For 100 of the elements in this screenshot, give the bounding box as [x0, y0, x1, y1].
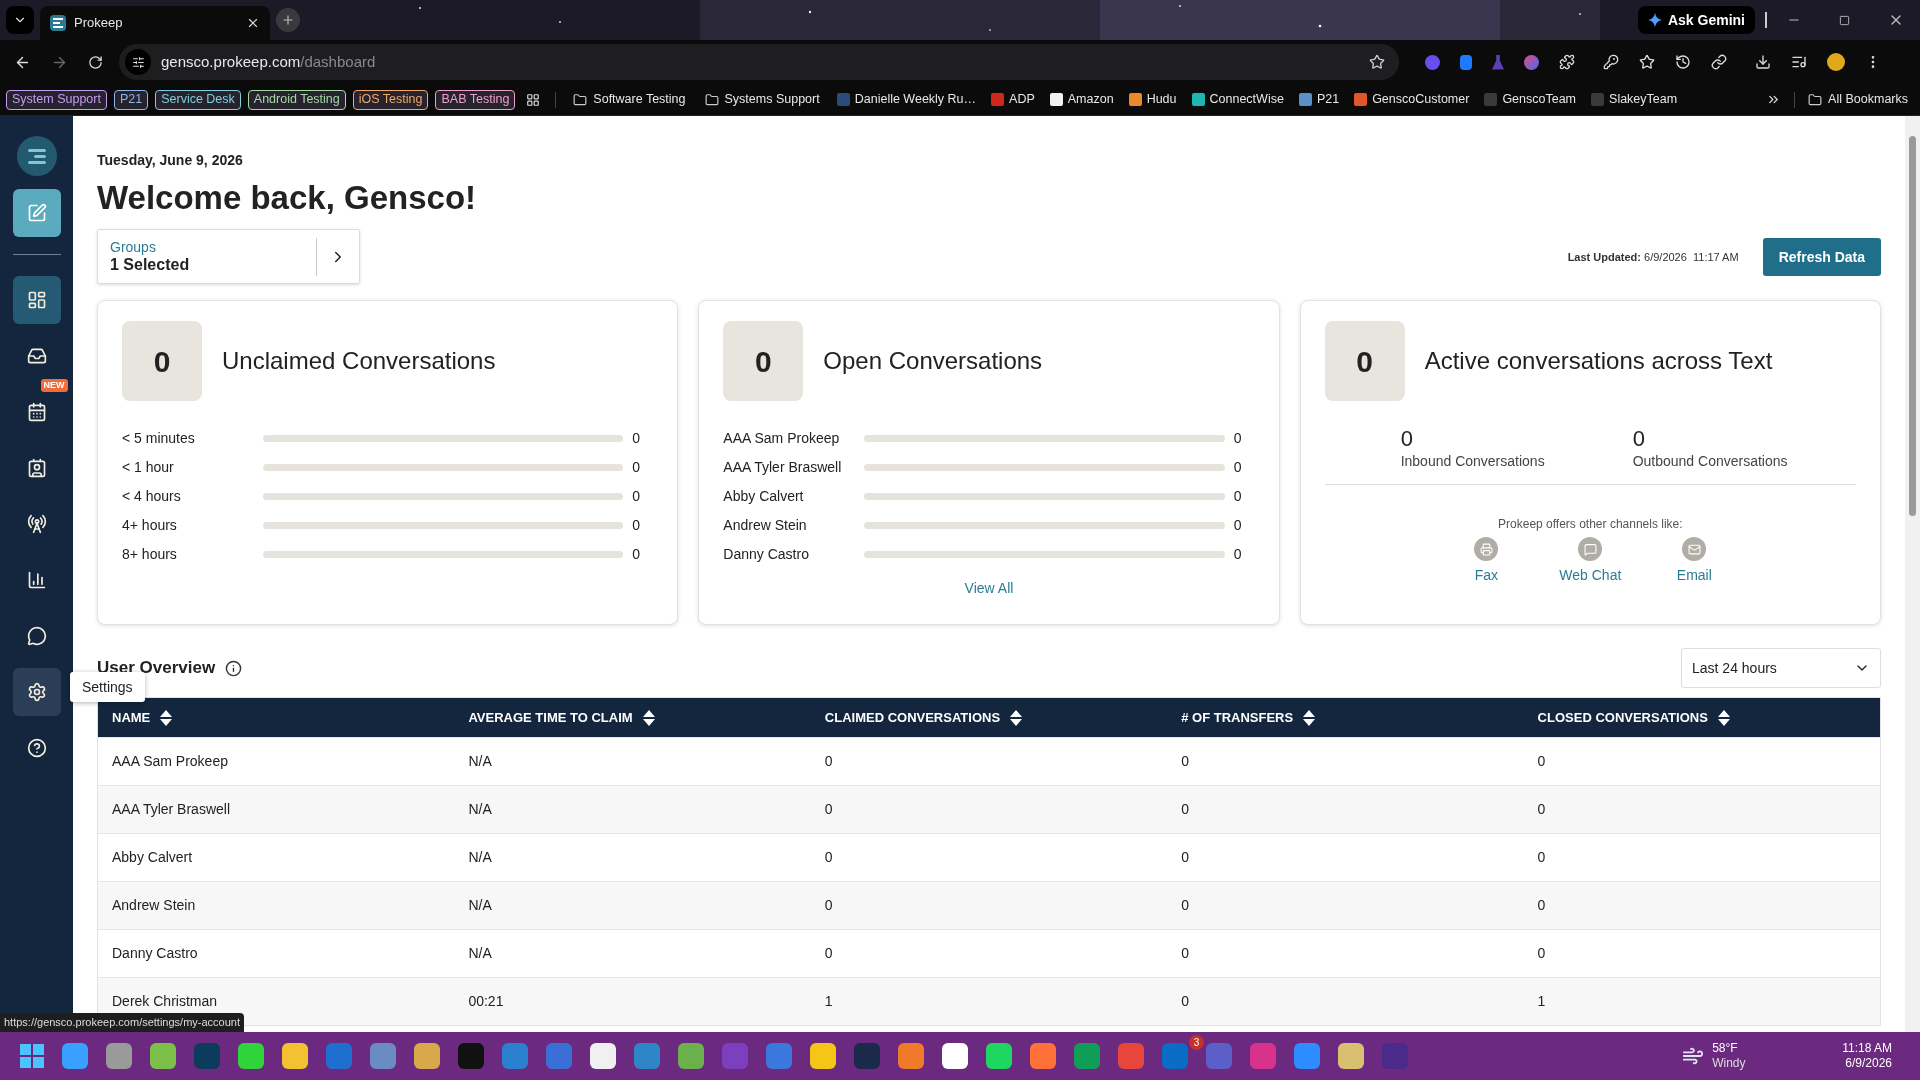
channel-link[interactable]: Fax [1446, 537, 1527, 586]
bookmark-link[interactable]: ConnectWise [1187, 90, 1288, 109]
extensions-icon[interactable] [1559, 54, 1575, 70]
sort-icon [642, 709, 655, 726]
channel-link[interactable]: Email [1654, 537, 1735, 586]
column-header[interactable]: NAME [112, 707, 151, 728]
extension-icon[interactable] [1425, 54, 1440, 70]
ask-gemini-button[interactable]: Ask Gemini [1637, 6, 1755, 34]
table-cell-text: Abby Calvert [112, 848, 193, 867]
row-count: 0 [1232, 457, 1243, 477]
table-cell-text: Derek Christman [112, 992, 218, 1011]
bookmark-link[interactable]: P21 [1294, 90, 1344, 109]
bookmark-link[interactable]: GenscoTeam [1480, 90, 1581, 109]
radio-tower-icon [26, 514, 47, 534]
close-icon[interactable] [246, 16, 260, 30]
clock-time: 11:18 AM [1842, 1041, 1892, 1056]
contact-card-icon [26, 458, 47, 478]
last-updated-text: Last Updated: 6/9/2026 11:17 AM [1567, 249, 1739, 265]
time-range-dropdown[interactable]: Last 24 hours [1681, 648, 1881, 688]
table-cell-text: Danny Castro [112, 944, 198, 963]
bookmark-tag[interactable]: Service Desk [155, 89, 241, 110]
app-icon[interactable] [150, 1043, 176, 1069]
count-tile: 0 [723, 321, 804, 401]
refresh-data-button[interactable]: Refresh Data [1762, 238, 1881, 276]
app-icon[interactable] [238, 1043, 264, 1069]
bookmark-tag[interactable]: P21 [113, 89, 149, 110]
nav-item[interactable] [12, 276, 61, 324]
table-cell-text: 0 [1537, 848, 1546, 867]
bookmark-link[interactable]: ADP [987, 90, 1039, 109]
app-icon[interactable] [942, 1043, 968, 1069]
column-header[interactable]: AVERAGE TIME TO CLAIM [468, 707, 633, 728]
table-cell-text: 0 [1181, 992, 1189, 1011]
all-bookmarks-folder[interactable]: All Bookmarks [1808, 90, 1914, 109]
view-all-link[interactable]: View All [964, 578, 1014, 599]
offer-text: Prokeep offers other channels like: [1497, 516, 1684, 533]
settings-icon [26, 682, 47, 702]
weather-temp: 58°F [1712, 1041, 1739, 1056]
table-cell-text: 1 [824, 992, 833, 1011]
download-icon[interactable] [1755, 54, 1771, 70]
app-icon[interactable] [414, 1043, 440, 1069]
row-label: Danny Castro [723, 544, 810, 564]
extension-icon[interactable] [1524, 54, 1539, 70]
bookmark-tag[interactable]: BAB Testing [435, 89, 516, 110]
nav-item[interactable] [12, 668, 61, 716]
address-field[interactable]: gensco.prokeep.com/dashboard [119, 44, 1399, 80]
stat-value: 0 [1400, 427, 1414, 451]
table-cell-text: N/A [468, 848, 492, 867]
dashboard-icon [26, 290, 47, 310]
app-icon[interactable] [282, 1043, 308, 1069]
card-title: Unclaimed Conversations [222, 346, 496, 376]
app-icon[interactable] [986, 1043, 1012, 1069]
bookmark-link[interactable]: Hudu [1124, 90, 1181, 109]
bookmark-folder[interactable]: Software Testing [567, 90, 692, 109]
bookmark-folder[interactable]: Systems Support [698, 90, 826, 109]
table-cell-text: 0 [824, 800, 833, 819]
groups-selector[interactable]: Groups 1 Selected [97, 229, 360, 284]
table-cell-text: N/A [468, 896, 492, 915]
history-icon[interactable] [1675, 54, 1691, 70]
column-header[interactable]: # OF TRANSFERS [1181, 707, 1294, 728]
restore-icon[interactable] [1839, 14, 1850, 26]
bookmark-link[interactable]: GenscoCustomer [1350, 90, 1474, 109]
table-cell-text: N/A [468, 800, 492, 819]
bookmark-link[interactable]: Danielle Weekly Ru… [832, 90, 981, 109]
star-icon[interactable] [1639, 54, 1655, 70]
column-header[interactable]: CLOSED CONVERSATIONS [1537, 707, 1708, 728]
tab-title: Prokeep [74, 14, 124, 33]
table-cell-text: 0 [1537, 752, 1546, 771]
app-icon[interactable] [590, 1043, 616, 1069]
wind-icon [1682, 1045, 1705, 1067]
bookmark-tag[interactable]: Android Testing [247, 89, 346, 110]
compose-button[interactable] [12, 189, 61, 237]
profile-avatar-icon[interactable] [1827, 53, 1845, 71]
browser-tab[interactable]: Prokeep [40, 6, 270, 40]
bookmark-star-icon[interactable] [1369, 54, 1385, 70]
extension-icon[interactable] [1460, 54, 1472, 70]
link-icon[interactable] [1711, 54, 1727, 70]
table-cell-text: 0 [1181, 800, 1189, 819]
media-icon[interactable] [1791, 54, 1807, 70]
start-icon[interactable] [20, 1044, 44, 1068]
channel-link[interactable]: Web Chat [1550, 537, 1631, 586]
row-count: 0 [631, 457, 642, 477]
app-icon[interactable] [810, 1043, 836, 1069]
bookmark-tag[interactable]: iOS Testing [352, 89, 429, 110]
folder-icon [1808, 92, 1823, 107]
bar-chart-icon [26, 570, 47, 590]
logo-icon[interactable] [16, 136, 57, 176]
key-icon[interactable] [1603, 54, 1619, 70]
app-icon[interactable] [1338, 1043, 1364, 1069]
site-settings-icon[interactable] [125, 49, 151, 75]
row-label: < 4 hours [122, 486, 182, 506]
flask-icon[interactable] [1492, 54, 1504, 70]
bookmark-tag[interactable]: System Support [6, 89, 107, 110]
column-header[interactable]: CLAIMED CONVERSATIONS [824, 707, 1001, 728]
bookmark-link[interactable]: SlakeyTeam [1587, 90, 1682, 109]
weather-condition: Windy [1712, 1056, 1747, 1071]
bookmark-link[interactable]: Amazon [1045, 90, 1118, 109]
reload-icon[interactable] [88, 54, 103, 70]
apps-icon[interactable] [526, 92, 541, 107]
info-icon[interactable] [225, 659, 243, 677]
table-cell-text: 1 [1537, 992, 1546, 1011]
